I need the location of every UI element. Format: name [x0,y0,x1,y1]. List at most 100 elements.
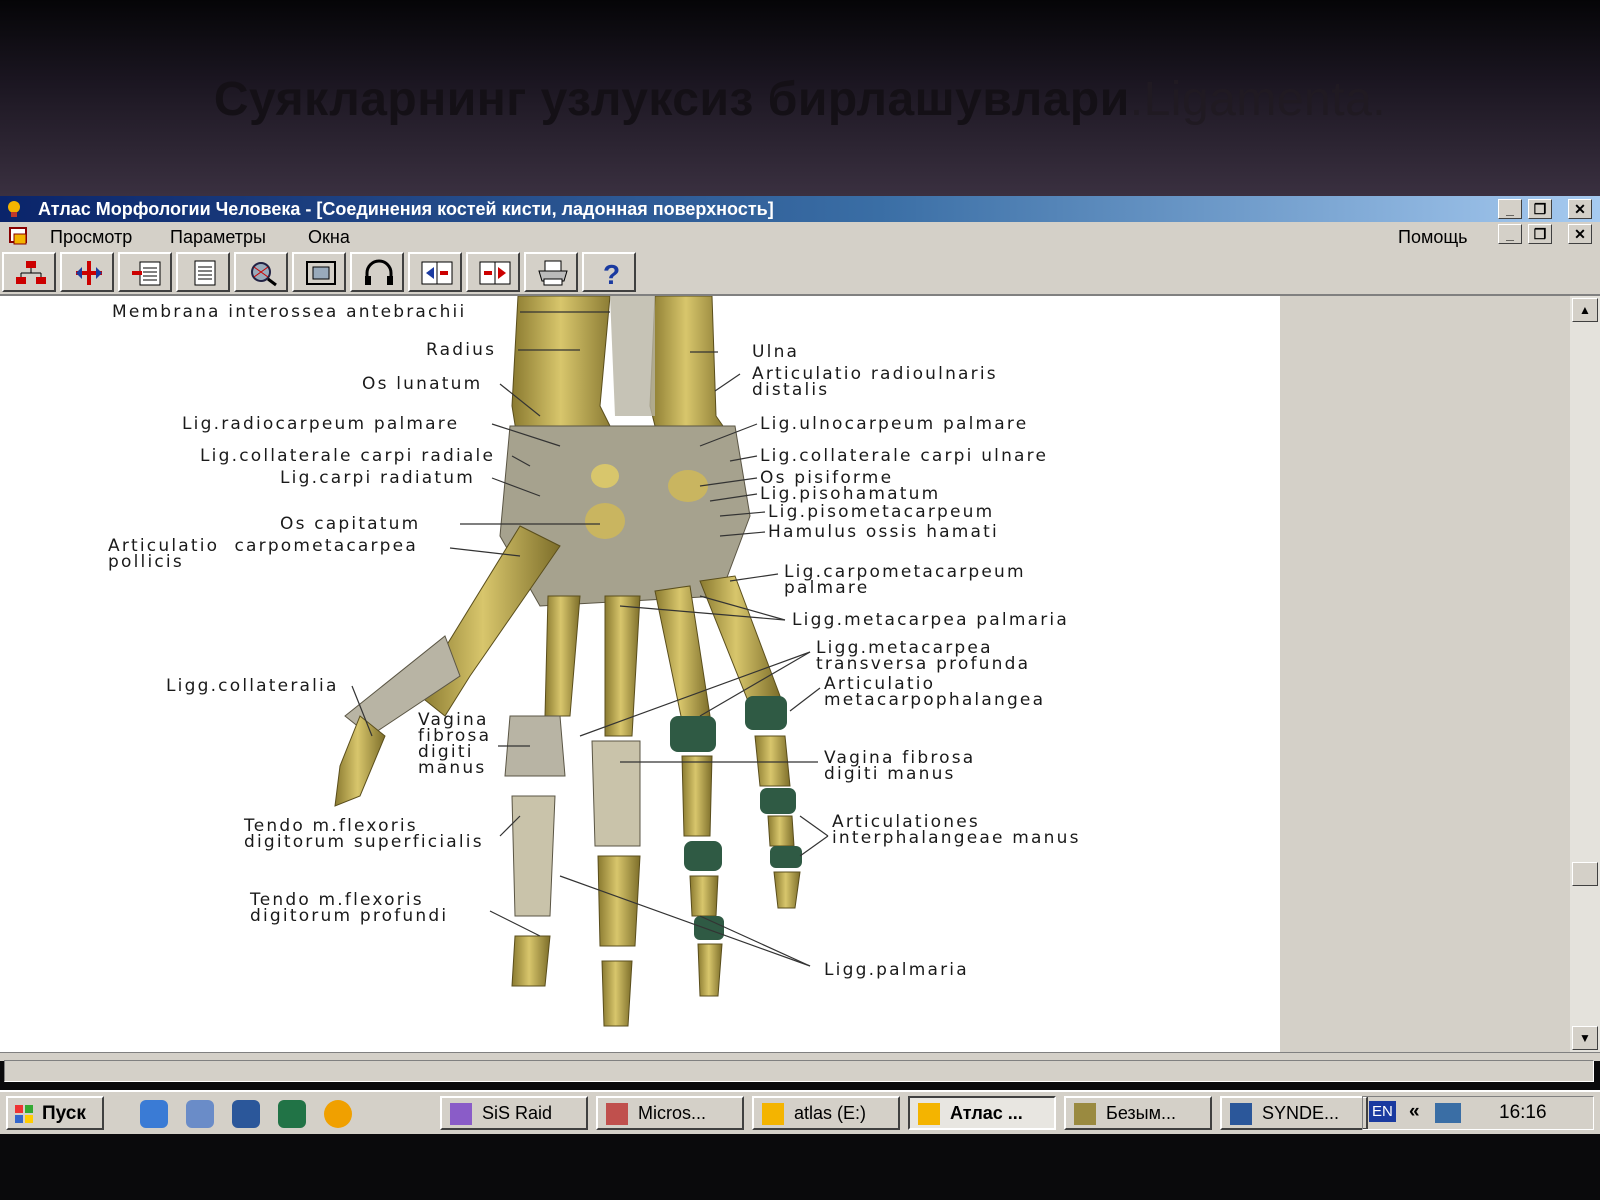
doc-minimize-button[interactable]: _ [1498,224,1522,244]
task-synde[interactable]: SYNDE... [1220,1096,1368,1130]
windows-flag-icon [15,1105,33,1123]
audio-button[interactable] [350,252,404,292]
label-lig-pisometacarpeum: Lig.pisometacarpeum [768,502,995,522]
print-icon [538,260,568,286]
document-window-icon[interactable] [8,226,30,246]
minimize-button[interactable]: _ [1498,199,1522,219]
label-ulna: Ulna [752,342,800,362]
word-icon[interactable] [232,1100,260,1128]
sis-raid-icon [450,1103,472,1125]
label-vagina-fibrosa-right: Vagina fibrosa digiti manus [824,748,976,784]
task-label: Micros... [638,1103,707,1123]
label-os-lunatum: Os lunatum [362,374,483,394]
label-articulatio-carpometacarpea-pollicis: Articulatio carpometacarpea pollicis [108,536,418,572]
menu-parameters[interactable]: Параметры [170,227,266,248]
toolbar: ? [0,250,640,294]
label-articulatio-metacarpophalangea: Articulatio metacarpophalangea [824,674,1046,710]
window-title: Атлас Морфологии Человека - [Соединения … [38,199,774,219]
label-os-capitatum: Os capitatum [280,514,421,534]
scroll-thumb[interactable] [1572,862,1598,886]
system-tray: EN « 16:16 [1362,1096,1594,1130]
paint-icon [1074,1103,1096,1125]
label-lig-collaterale-ulnare: Lig.collaterale carpi ulnare [760,446,1049,466]
clock[interactable]: 16:16 [1499,1102,1547,1124]
atlas-drive-icon [762,1103,784,1125]
label-ligg-palmaria: Ligg.palmaria [824,960,969,980]
slide-title: Суякларнинг узлуксиз бирлашувлари.Ligame… [0,72,1600,127]
outlook-icon[interactable] [186,1100,214,1128]
atlas-window: Атлас Морфологии Человека - [Соединения … [0,196,1600,1082]
tray-expand-button[interactable]: « [1409,1101,1420,1123]
label-ligg-collateralia: Ligg.collateralia [166,676,339,696]
atlas-app-icon [918,1103,940,1125]
menu-bar: Просмотр Параметры Окна Помощь _ ❐ ✕ [0,222,1600,250]
empty-side-area [1280,296,1570,1052]
task-sis-raid[interactable]: SiS Raid [440,1096,588,1130]
label-lig-radiocarpeum: Lig.radiocarpeum palmare [182,414,460,434]
menu-view[interactable]: Просмотр [50,227,132,248]
word-doc-icon [1230,1103,1252,1125]
powerpoint-icon [606,1103,628,1125]
label-tendo-profundi: Tendo m.flexoris digitorum profundi [250,890,449,926]
network-icon[interactable] [1435,1103,1461,1123]
add-page-icon [132,261,161,286]
restore-button[interactable]: ❐ [1528,199,1552,219]
hierarchy-icon [16,261,46,284]
label-lig-carpi-radiatum: Lig.carpi radiatum [280,468,475,488]
navigate-icon [76,261,102,285]
fit-view-button[interactable] [292,252,346,292]
doc-restore-button[interactable]: ❐ [1528,224,1552,244]
task-microsoft[interactable]: Micros... [596,1096,744,1130]
slide-title-bold: Суякларнинг узлуксиз бирлашувлари [213,73,1130,126]
atlas-image-viewport[interactable]: Membrana interossea antebrachii Radius U… [0,296,1280,1052]
task-label: SYNDE... [1262,1103,1340,1123]
navigate-button[interactable] [60,252,114,292]
task-atlas-app[interactable]: Атлас ... [908,1096,1056,1130]
document-icon [194,260,216,286]
excel-icon[interactable] [278,1100,306,1128]
help-icon: ? [603,259,620,287]
close-button[interactable]: ✕ [1568,199,1592,219]
headphones-icon [365,259,393,285]
task-label: Атлас ... [950,1103,1023,1123]
task-label: Безым... [1106,1103,1176,1123]
label-lig-ulnocarpeum: Lig.ulnocarpeum palmare [760,414,1029,434]
label-hamulus-ossis-hamati: Hamulus ossis hamati [768,522,999,542]
doc-close-button[interactable]: ✕ [1568,224,1592,244]
task-atlas-drive[interactable]: atlas (E:) [752,1096,900,1130]
scroll-up-arrow-icon[interactable]: ▲ [1572,298,1598,322]
print-button[interactable] [524,252,578,292]
menu-help[interactable]: Помощь [1398,227,1468,248]
help-button[interactable]: ? [582,252,636,292]
slide-header: Суякларнинг узлуксиз бирлашувлари.Ligame… [0,0,1600,196]
media-player-icon[interactable] [324,1100,352,1128]
task-untitled[interactable]: Безым... [1064,1096,1212,1130]
search-button[interactable] [234,252,288,292]
magnifier-icon [251,262,277,287]
fit-view-icon [306,261,336,285]
add-page-button[interactable] [118,252,172,292]
vertical-scrollbar[interactable]: ▲ ▼ [1570,296,1600,1052]
label-vagina-fibrosa-left: Vagina fibrosa digiti manus [418,710,492,778]
label-articulatio-radioulnaris: Articulatio radioulnaris distalis [752,364,998,400]
label-lig-carpometacarpeum-palmare: Lig.carpometacarpeum palmare [784,562,1026,598]
previous-icon [421,261,453,285]
status-field [4,1060,1594,1082]
start-label: Пуск [42,1103,86,1124]
scroll-down-arrow-icon[interactable]: ▼ [1572,1026,1598,1050]
label-ligg-metacarpea-transversa: Ligg.metacarpea transversa profunda [816,638,1031,674]
next-button[interactable] [466,252,520,292]
label-membrana-interossea: Membrana interossea antebrachii [112,302,467,322]
hierarchy-button[interactable] [2,252,56,292]
previous-button[interactable] [408,252,462,292]
menu-windows[interactable]: Окна [308,227,350,248]
document-button[interactable] [176,252,230,292]
start-button[interactable]: Пуск [6,1096,104,1130]
language-indicator[interactable]: EN [1369,1101,1396,1122]
taskbar: Пуск SiS Raid Micros... atlas (E:) Атлас… [0,1090,1600,1136]
app-lamp-icon [8,201,20,217]
window-titlebar[interactable]: Атлас Морфологии Человека - [Соединения … [0,196,1600,222]
label-lig-collaterale-radiale: Lig.collaterale carpi radiale [200,446,496,466]
internet-explorer-icon[interactable] [140,1100,168,1128]
hand-skeleton-illustration [334,296,829,1027]
